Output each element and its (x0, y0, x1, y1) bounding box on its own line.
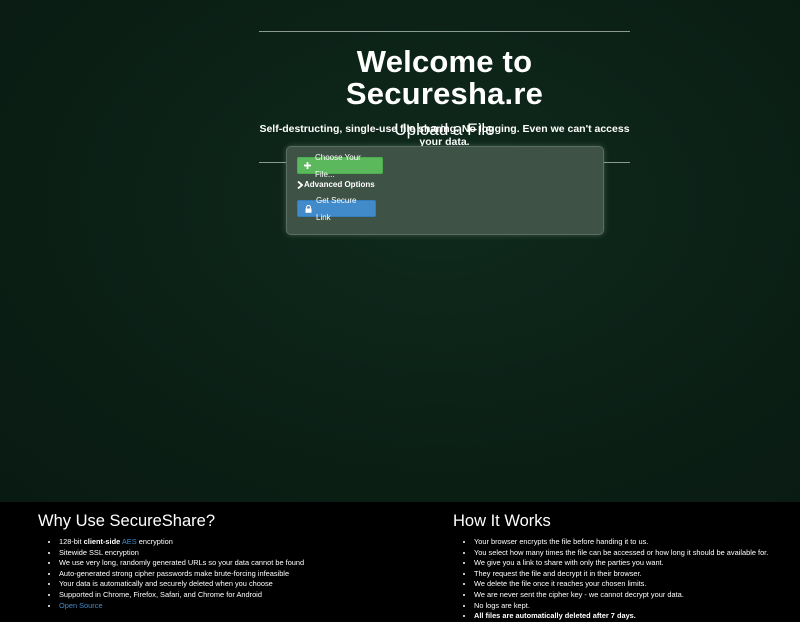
why-title: Why Use SecureShare? (38, 512, 215, 530)
list-item: We delete the file once it reaches your … (474, 579, 793, 590)
list-item: Sitewide SSL encryption (59, 548, 398, 559)
get-secure-link-button[interactable]: Get Secure Link (297, 196, 376, 222)
list-item: Auto-generated strong cipher passwords m… (59, 569, 398, 580)
footer: Why Use SecureShare? 128-bit client-side… (0, 502, 800, 622)
aes-link[interactable]: AES (122, 537, 137, 546)
choose-file-label: Choose Your File... (315, 152, 361, 179)
list-item: Your browser encrypts the file before ha… (474, 537, 793, 548)
advanced-options-toggle[interactable]: Advanced Options (297, 179, 375, 190)
choose-file-button[interactable]: Choose Your File... (297, 153, 383, 179)
list-item: They request the file and decrypt it in … (474, 569, 793, 580)
get-secure-link-label: Get Secure Link (316, 195, 357, 222)
open-source-link[interactable]: Open Source (59, 601, 103, 610)
how-title: How It Works (453, 512, 551, 530)
how-list: Your browser encrypts the file before ha… (453, 537, 793, 622)
list-item: All files are automatically deleted afte… (474, 611, 793, 622)
why-item-text: 128-bit (59, 537, 84, 546)
list-item: Your data is automatically and securely … (59, 579, 398, 590)
why-item-text: encryption (136, 537, 173, 546)
hero: Welcome to Securesha.re Self-destructing… (259, 31, 630, 163)
advanced-options-label: Advanced Options (304, 180, 375, 189)
why-section: Why Use SecureShare? 128-bit client-side… (38, 512, 398, 611)
list-item: We are never sent the cipher key - we ca… (474, 590, 793, 601)
upload-title: Upload a File (394, 120, 495, 139)
why-item-bold: client-side (83, 537, 121, 546)
lock-icon (305, 204, 312, 213)
auto-delete-note: All files are automatically deleted afte… (474, 611, 636, 621)
list-item: We use very long, randomly generated URL… (59, 558, 398, 569)
why-list: 128-bit client-side AES encryption Sitew… (38, 537, 398, 611)
plus-icon (304, 162, 311, 169)
list-item: You select how many times the file can b… (474, 548, 793, 559)
divider-top (259, 31, 630, 32)
list-item: No logs are kept. (474, 601, 793, 612)
list-item: We give you a link to share with only th… (474, 558, 793, 569)
page-title: Welcome to Securesha.re (345, 44, 544, 111)
list-item: Supported in Chrome, Firefox, Safari, an… (59, 590, 398, 601)
list-item: Open Source (59, 601, 398, 612)
list-item: 128-bit client-side AES encryption (59, 537, 398, 548)
chevron-right-icon (297, 180, 303, 189)
upload-panel: Choose Your File... Advanced Options Get… (286, 146, 604, 235)
how-section: How It Works Your browser encrypts the f… (453, 512, 793, 622)
